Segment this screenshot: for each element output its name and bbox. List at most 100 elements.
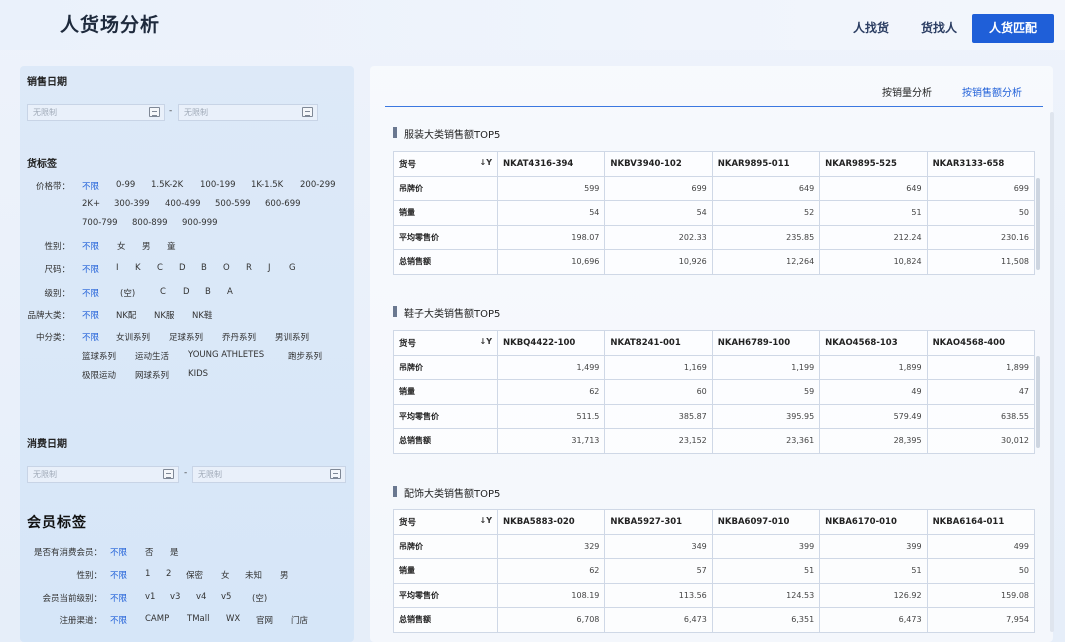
level-opt[interactable]: D bbox=[183, 287, 190, 297]
cell-value: 10,926 bbox=[604, 249, 713, 275]
mid-category-opt[interactable]: 不限 bbox=[82, 331, 99, 343]
sales-date-start-input[interactable]: 无限制 bbox=[27, 104, 165, 121]
mid-category-opt[interactable]: 女训系列 bbox=[116, 331, 150, 343]
member-gender-opt[interactable]: 1 bbox=[145, 569, 150, 579]
consume-date-end-input[interactable]: 无限制 bbox=[192, 466, 346, 483]
mid-category-opt[interactable]: KIDS bbox=[188, 369, 208, 379]
brand-opt[interactable]: 不限 bbox=[82, 309, 99, 321]
brand-opt[interactable]: NK服 bbox=[154, 309, 174, 321]
mid-category-opt[interactable]: 篮球系列 bbox=[82, 350, 116, 362]
mid-category-opt[interactable]: 乔丹系列 bbox=[222, 331, 256, 343]
member-gender-opt[interactable]: 不限 bbox=[110, 569, 127, 581]
register-channel-opt[interactable]: 官网 bbox=[256, 614, 273, 626]
apparel-table-title: 服装大类销售额TOP5 bbox=[404, 130, 501, 141]
nav-people-find-goods[interactable]: 人找货 bbox=[842, 14, 900, 43]
price-opt[interactable]: 200-299 bbox=[300, 180, 336, 190]
mid-category-opt[interactable]: 极限运动 bbox=[82, 369, 116, 381]
sort-filter-icon[interactable]: ↓Y bbox=[480, 337, 493, 346]
member-gender-opt[interactable]: 男 bbox=[280, 569, 289, 581]
panel-scrollbar[interactable] bbox=[1050, 112, 1054, 632]
size-opt[interactable]: G bbox=[289, 263, 296, 273]
register-channel-opt[interactable]: 不限 bbox=[110, 614, 127, 626]
member-gender-opt[interactable]: 2 bbox=[166, 569, 171, 579]
tab-by-volume[interactable]: 按销量分析 bbox=[882, 84, 932, 99]
consume-date-title: 消费日期 bbox=[27, 439, 67, 450]
price-opt[interactable]: 1K-1.5K bbox=[251, 180, 283, 190]
member-gender-opt[interactable]: 保密 bbox=[186, 569, 203, 581]
goods-gender-opt[interactable]: 女 bbox=[117, 240, 126, 252]
price-opt[interactable]: 500-599 bbox=[215, 199, 251, 209]
member-level-opt[interactable]: (空) bbox=[252, 592, 267, 604]
brand-opt[interactable]: NK鞋 bbox=[192, 309, 212, 321]
cell-value: 235.85 bbox=[711, 224, 821, 250]
table-scrollbar[interactable] bbox=[1036, 356, 1040, 448]
size-opt[interactable]: I bbox=[116, 263, 119, 273]
price-opt[interactable]: 300-399 bbox=[114, 199, 150, 209]
mid-category-opt[interactable]: 运动生活 bbox=[135, 350, 169, 362]
table-scrollbar[interactable] bbox=[1036, 178, 1040, 270]
size-opt[interactable]: R bbox=[246, 263, 252, 273]
register-channel-opt[interactable]: 门店 bbox=[291, 614, 308, 626]
goods-gender-opt[interactable]: 童 bbox=[167, 240, 176, 252]
sort-filter-icon[interactable]: ↓Y bbox=[480, 158, 493, 167]
price-opt[interactable]: 900-999 bbox=[182, 218, 218, 228]
mid-category-opt[interactable]: 男训系列 bbox=[275, 331, 309, 343]
size-opt[interactable]: K bbox=[135, 263, 141, 273]
brand-opt[interactable]: NK配 bbox=[116, 309, 136, 321]
member-level-opt[interactable]: v3 bbox=[170, 592, 180, 602]
price-opt[interactable]: 700-799 bbox=[82, 218, 118, 228]
register-channel-opt[interactable]: WX bbox=[226, 614, 240, 624]
goods-gender-opt[interactable]: 不限 bbox=[82, 240, 99, 252]
sales-date-end-input[interactable]: 无限制 bbox=[178, 104, 318, 121]
tab-by-sales-amount[interactable]: 按销售额分析 bbox=[962, 84, 1022, 99]
size-opt[interactable]: C bbox=[157, 263, 163, 273]
member-level-opt[interactable]: v4 bbox=[196, 592, 206, 602]
consume-date-start-input[interactable]: 无限制 bbox=[27, 466, 179, 483]
has-consume-opt[interactable]: 不限 bbox=[110, 546, 127, 558]
member-level-opt[interactable]: v5 bbox=[221, 592, 231, 602]
member-level-opt[interactable]: 不限 bbox=[110, 592, 127, 604]
register-channel-opt[interactable]: CAMP bbox=[145, 614, 169, 624]
mid-category-opt[interactable]: 跑步系列 bbox=[288, 350, 322, 362]
price-opt[interactable]: 600-699 bbox=[265, 199, 301, 209]
calendar-icon[interactable] bbox=[149, 107, 160, 117]
price-opt[interactable]: 400-499 bbox=[165, 199, 201, 209]
price-opt[interactable]: 2K+ bbox=[82, 199, 100, 209]
row-label: 吊牌价 bbox=[393, 175, 498, 201]
nav-people-goods-match[interactable]: 人货匹配 bbox=[972, 14, 1054, 43]
section-bar-icon bbox=[393, 486, 397, 497]
level-opt[interactable]: A bbox=[227, 287, 233, 297]
nav-goods-find-people[interactable]: 货找人 bbox=[910, 14, 968, 43]
product-code: NKBA6097-010 bbox=[711, 509, 821, 535]
size-opt[interactable]: O bbox=[223, 263, 230, 273]
calendar-icon[interactable] bbox=[302, 107, 313, 117]
price-opt[interactable]: 0-99 bbox=[116, 180, 135, 190]
cell-value: 51 bbox=[819, 200, 928, 226]
goods-gender-opt[interactable]: 男 bbox=[142, 240, 151, 252]
price-opt[interactable]: 1.5K-2K bbox=[151, 180, 183, 190]
cell-value: 6,473 bbox=[819, 607, 928, 633]
price-opt[interactable]: 800-899 bbox=[132, 218, 168, 228]
price-opt[interactable]: 不限 bbox=[82, 180, 99, 192]
level-opt[interactable]: 不限 bbox=[82, 287, 99, 299]
mid-category-opt[interactable]: 足球系列 bbox=[169, 331, 203, 343]
size-opt[interactable]: B bbox=[201, 263, 207, 273]
member-level-opt[interactable]: v1 bbox=[145, 592, 155, 602]
has-consume-opt[interactable]: 是 bbox=[170, 546, 179, 558]
sort-filter-icon[interactable]: ↓Y bbox=[480, 516, 493, 525]
register-channel-opt[interactable]: TMall bbox=[187, 614, 209, 624]
mid-category-opt[interactable]: YOUNG ATHLETES bbox=[188, 350, 264, 360]
level-opt[interactable]: (空) bbox=[120, 287, 135, 299]
has-consume-opt[interactable]: 否 bbox=[145, 546, 154, 558]
size-opt[interactable]: J bbox=[268, 263, 271, 273]
size-opt[interactable]: D bbox=[179, 263, 186, 273]
mid-category-opt[interactable]: 网球系列 bbox=[135, 369, 169, 381]
member-gender-opt[interactable]: 未知 bbox=[245, 569, 262, 581]
member-gender-opt[interactable]: 女 bbox=[221, 569, 230, 581]
price-opt[interactable]: 100-199 bbox=[200, 180, 236, 190]
size-opt[interactable]: 不限 bbox=[82, 263, 99, 275]
level-opt[interactable]: B bbox=[205, 287, 211, 297]
level-opt[interactable]: C bbox=[160, 287, 166, 297]
calendar-icon[interactable] bbox=[330, 469, 341, 479]
calendar-icon[interactable] bbox=[163, 469, 174, 479]
